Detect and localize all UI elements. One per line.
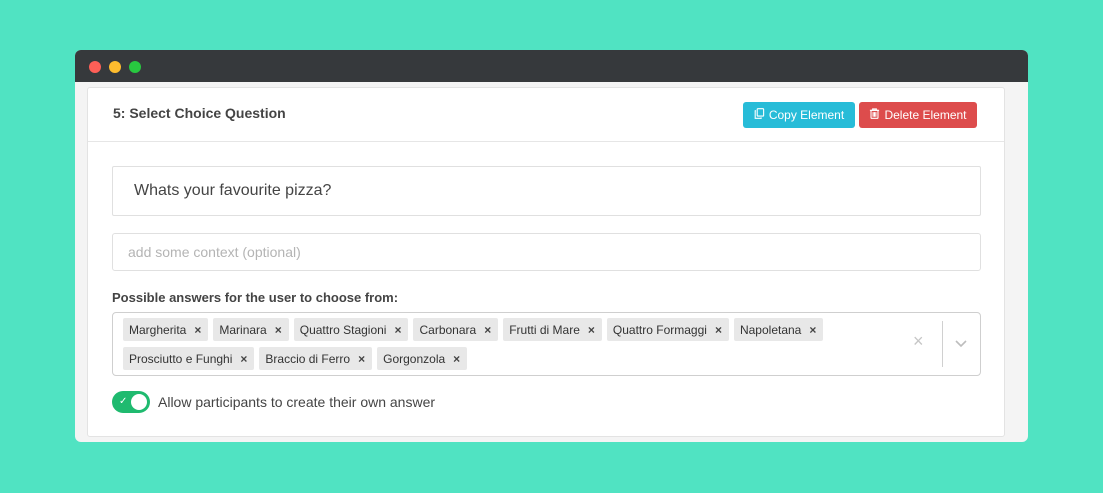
question-input[interactable]: Whats your favourite pizza? bbox=[112, 166, 981, 216]
answer-tag-label: Frutti di Mare bbox=[509, 322, 580, 337]
remove-tag-icon[interactable]: × bbox=[194, 323, 201, 337]
copy-element-button[interactable]: Copy Element bbox=[743, 102, 855, 128]
copy-element-label: Copy Element bbox=[768, 108, 845, 122]
answer-tag-label: Quattro Formaggi bbox=[612, 322, 707, 337]
answer-tag-label: Carbonara bbox=[419, 322, 477, 337]
close-window-dot[interactable] bbox=[89, 61, 101, 73]
title-bar bbox=[75, 50, 1028, 82]
answer-tag-label: Quattro Stagioni bbox=[299, 322, 387, 337]
clear-all-icon[interactable]: × bbox=[913, 331, 924, 352]
chevron-down-icon[interactable] bbox=[953, 335, 969, 351]
own-answer-toggle[interactable]: ✓ bbox=[112, 391, 150, 413]
select-divider bbox=[942, 321, 943, 367]
card-title: 5: Select Choice Question bbox=[113, 105, 286, 121]
copy-icon bbox=[754, 108, 765, 122]
answer-tag: Frutti di Mare × bbox=[503, 318, 602, 341]
maximize-window-dot[interactable] bbox=[129, 61, 141, 73]
answer-tag: Gorgonzola × bbox=[377, 347, 468, 370]
check-icon: ✓ bbox=[119, 396, 128, 407]
remove-tag-icon[interactable]: × bbox=[358, 352, 365, 366]
answer-tag-label: Marinara bbox=[219, 322, 267, 337]
answer-tag: Braccio di Ferro × bbox=[259, 347, 373, 370]
remove-tag-icon[interactable]: × bbox=[715, 323, 722, 337]
answer-tag-label: Gorgonzola bbox=[383, 351, 446, 366]
answers-label: Possible answers for the user to choose … bbox=[112, 290, 399, 305]
answer-tag-label: Prosciutto e Funghi bbox=[129, 351, 233, 366]
minimize-window-dot[interactable] bbox=[109, 61, 121, 73]
remove-tag-icon[interactable]: × bbox=[809, 323, 816, 337]
answer-tag: Napoletana × bbox=[733, 318, 824, 341]
remove-tag-icon[interactable]: × bbox=[453, 352, 460, 366]
answer-tag: Quattro Stagioni × bbox=[293, 318, 409, 341]
card-header: 5: Select Choice Question Copy Element D… bbox=[88, 88, 1004, 142]
remove-tag-icon[interactable]: × bbox=[275, 323, 282, 337]
toggle-knob bbox=[131, 394, 147, 410]
answer-tag: Margherita × bbox=[123, 318, 209, 341]
context-input[interactable]: add some context (optional) bbox=[112, 233, 981, 271]
answer-tag: Carbonara × bbox=[413, 318, 499, 341]
answer-tag-label: Braccio di Ferro bbox=[265, 351, 351, 366]
answer-tags: Margherita × Marinara × Quattro Stagioni × Car… bbox=[123, 318, 893, 370]
remove-tag-icon[interactable]: × bbox=[394, 323, 401, 337]
answer-tag-label: Napoletana bbox=[739, 322, 802, 337]
browser-window: 5: Select Choice Question Copy Element D… bbox=[75, 50, 1028, 442]
remove-tag-icon[interactable]: × bbox=[588, 323, 595, 337]
own-answer-toggle-row: ✓ Allow participants to create their own… bbox=[112, 391, 435, 413]
trash-icon bbox=[869, 108, 880, 122]
remove-tag-icon[interactable]: × bbox=[484, 323, 491, 337]
answer-tag: Quattro Formaggi × bbox=[606, 318, 729, 341]
answer-tag-label: Margherita bbox=[129, 322, 187, 337]
delete-element-button[interactable]: Delete Element bbox=[859, 102, 977, 128]
answers-multiselect[interactable]: Margherita × Marinara × Quattro Stagioni × Car… bbox=[112, 312, 981, 376]
answer-tag: Marinara × bbox=[213, 318, 289, 341]
answer-tag: Prosciutto e Funghi × bbox=[123, 347, 255, 370]
delete-element-label: Delete Element bbox=[884, 108, 967, 122]
own-answer-label: Allow participants to create their own a… bbox=[158, 394, 436, 410]
remove-tag-icon[interactable]: × bbox=[240, 352, 247, 366]
question-card: 5: Select Choice Question Copy Element D… bbox=[87, 87, 1005, 437]
